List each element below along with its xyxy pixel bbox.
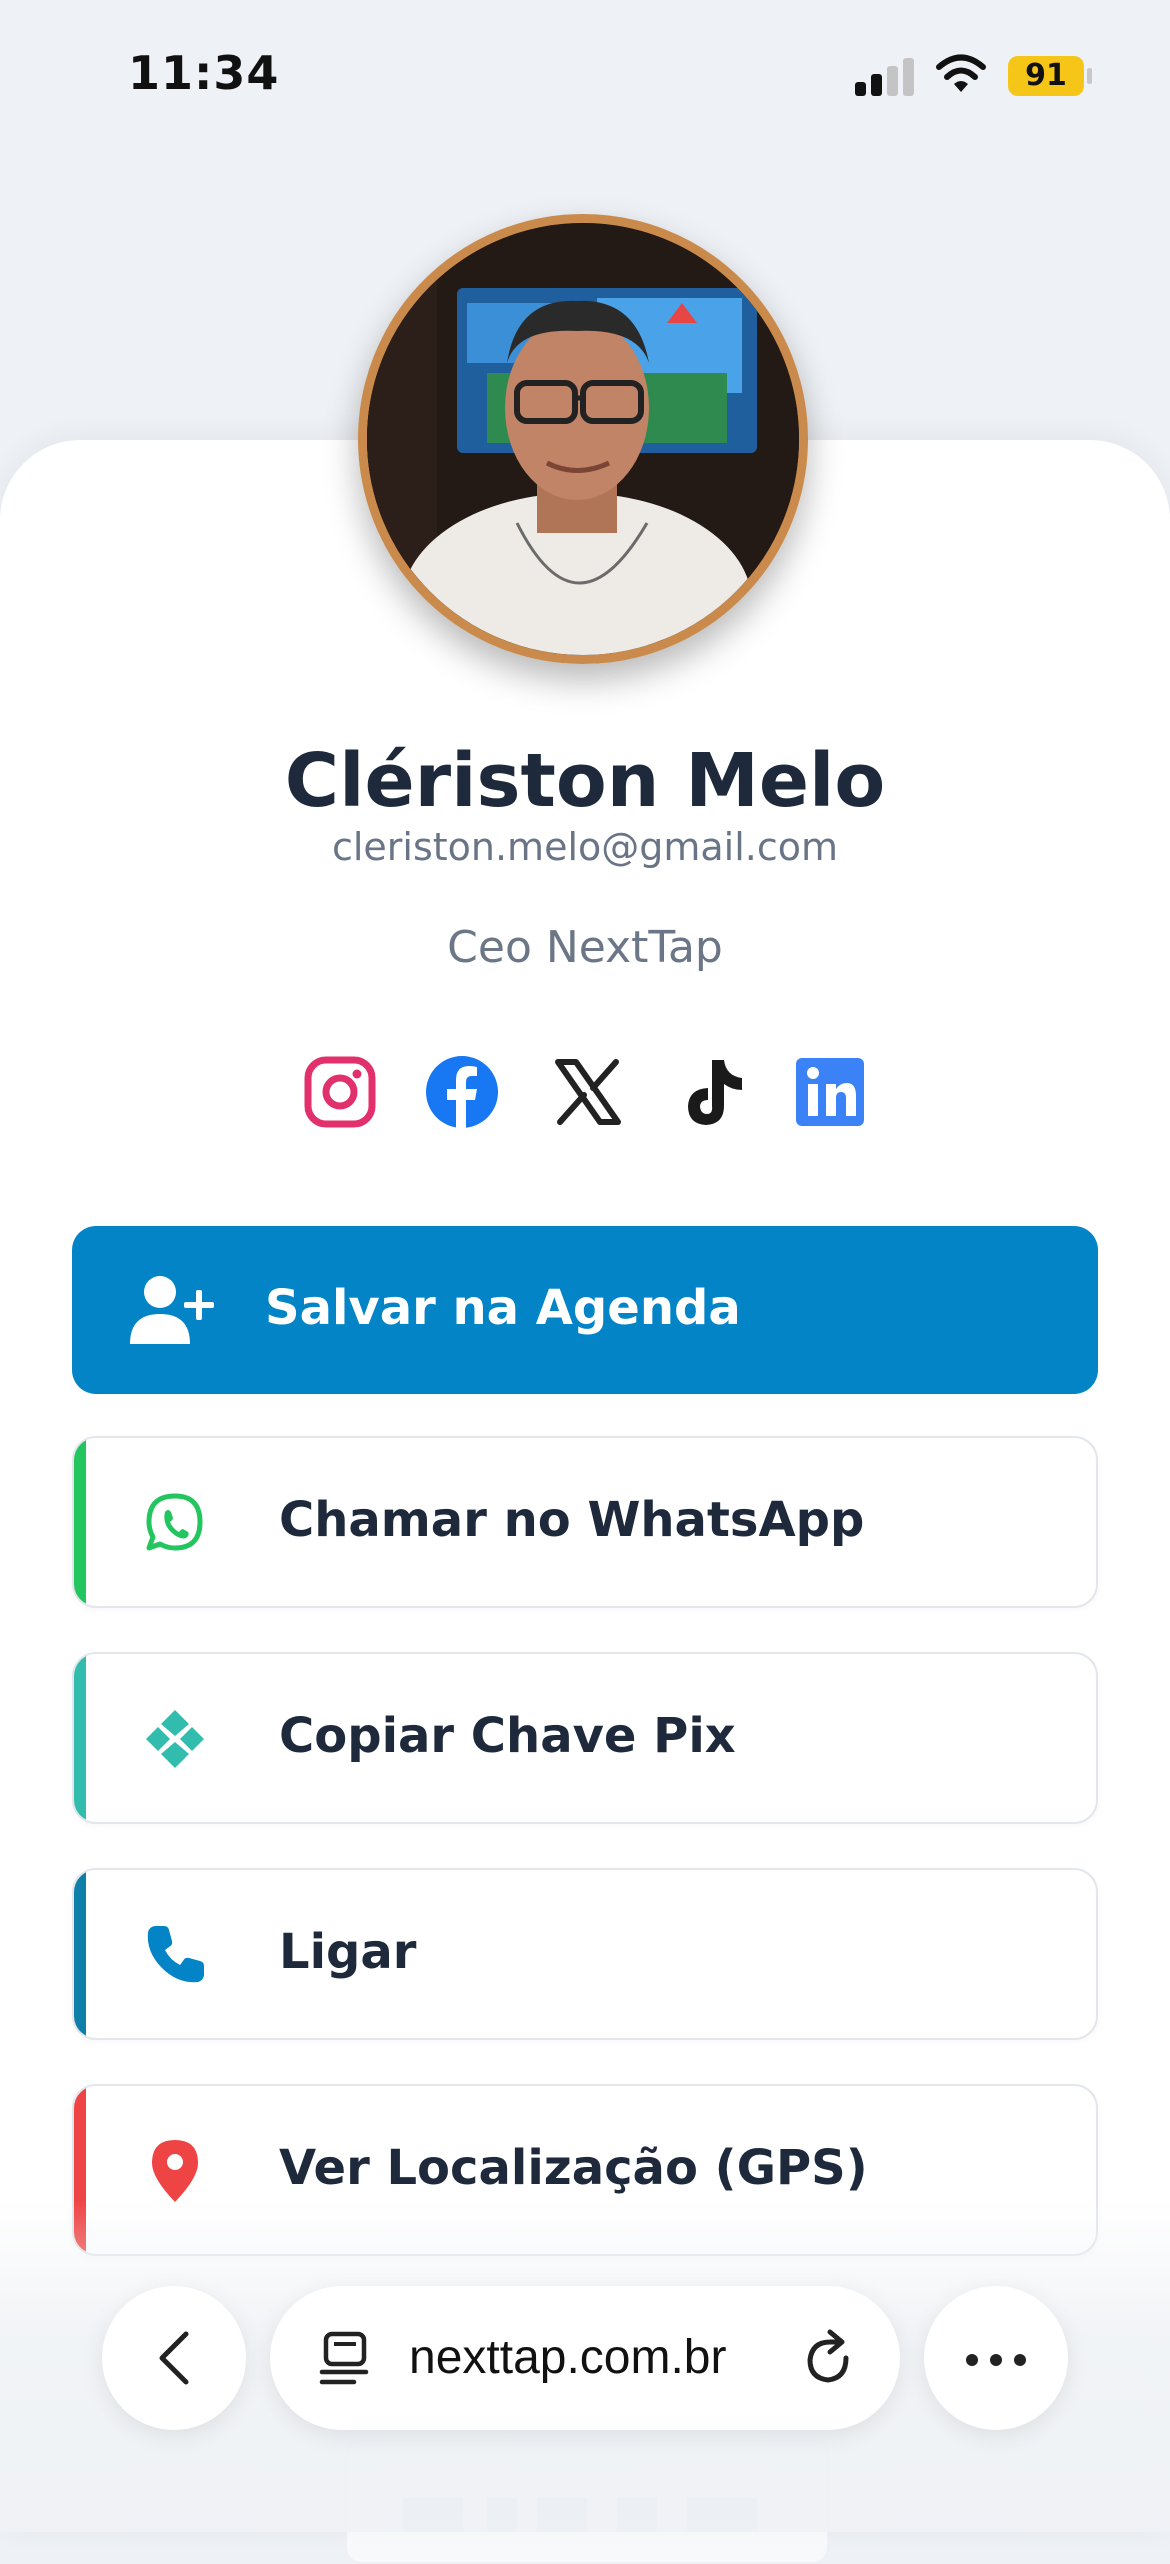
reload-icon[interactable] (802, 2328, 858, 2388)
back-button[interactable] (102, 2286, 246, 2430)
more-dot (966, 2354, 978, 2366)
more-dot (990, 2354, 1002, 2366)
social-links (0, 1054, 1170, 1134)
x-icon[interactable] (550, 1054, 626, 1130)
linkedin-icon[interactable] (792, 1054, 868, 1130)
call-accent-bar (74, 1870, 86, 2038)
location-label: Ver Localização (GPS) (279, 2140, 868, 2196)
instagram-icon[interactable] (302, 1054, 378, 1130)
battery-tip (1087, 68, 1092, 84)
copy-pix-label: Copiar Chave Pix (279, 1708, 736, 1764)
avatar-photo (367, 223, 799, 655)
call-label: Ligar (279, 1924, 417, 1980)
avatar (358, 214, 808, 664)
tiktok-icon[interactable] (672, 1054, 748, 1130)
profile-role: Ceo NextTap (447, 922, 723, 973)
profile-email[interactable]: cleriston.melo@gmail.com (0, 825, 1170, 869)
pix-icon (146, 1710, 204, 1768)
location-pin-icon (152, 2140, 198, 2202)
address-bar[interactable]: nexttap.com.br (270, 2286, 900, 2430)
whatsapp-label: Chamar no WhatsApp (279, 1492, 865, 1548)
add-user-icon (130, 1276, 214, 1344)
cellular-signal-icon (855, 56, 915, 96)
battery-indicator: 91 (1008, 56, 1084, 96)
phone-icon (147, 1926, 204, 1983)
status-bar: 11:34 91 (0, 0, 1170, 150)
facebook-icon[interactable] (424, 1054, 500, 1130)
save-contact-label: Salvar na Agenda (265, 1280, 741, 1336)
wifi-icon (936, 54, 986, 92)
chevron-left-icon (159, 2331, 189, 2385)
copy-pix-button[interactable]: Copiar Chave Pix (72, 1652, 1098, 1824)
more-dot (1014, 2354, 1026, 2366)
whatsapp-accent-bar (74, 1438, 86, 1606)
more-options-button[interactable] (924, 2286, 1068, 2430)
save-contact-button[interactable]: Salvar na Agenda (72, 1226, 1098, 1394)
whatsapp-icon (146, 1493, 203, 1551)
status-time: 11:34 (128, 46, 280, 100)
profile-name: Clériston Melo (284, 738, 886, 824)
whatsapp-button[interactable]: Chamar no WhatsApp (72, 1436, 1098, 1608)
call-button[interactable]: Ligar (72, 1868, 1098, 2040)
url-text: nexttap.com.br (409, 2331, 727, 2384)
pix-accent-bar (74, 1654, 86, 1822)
page-menu-icon[interactable] (318, 2330, 370, 2388)
